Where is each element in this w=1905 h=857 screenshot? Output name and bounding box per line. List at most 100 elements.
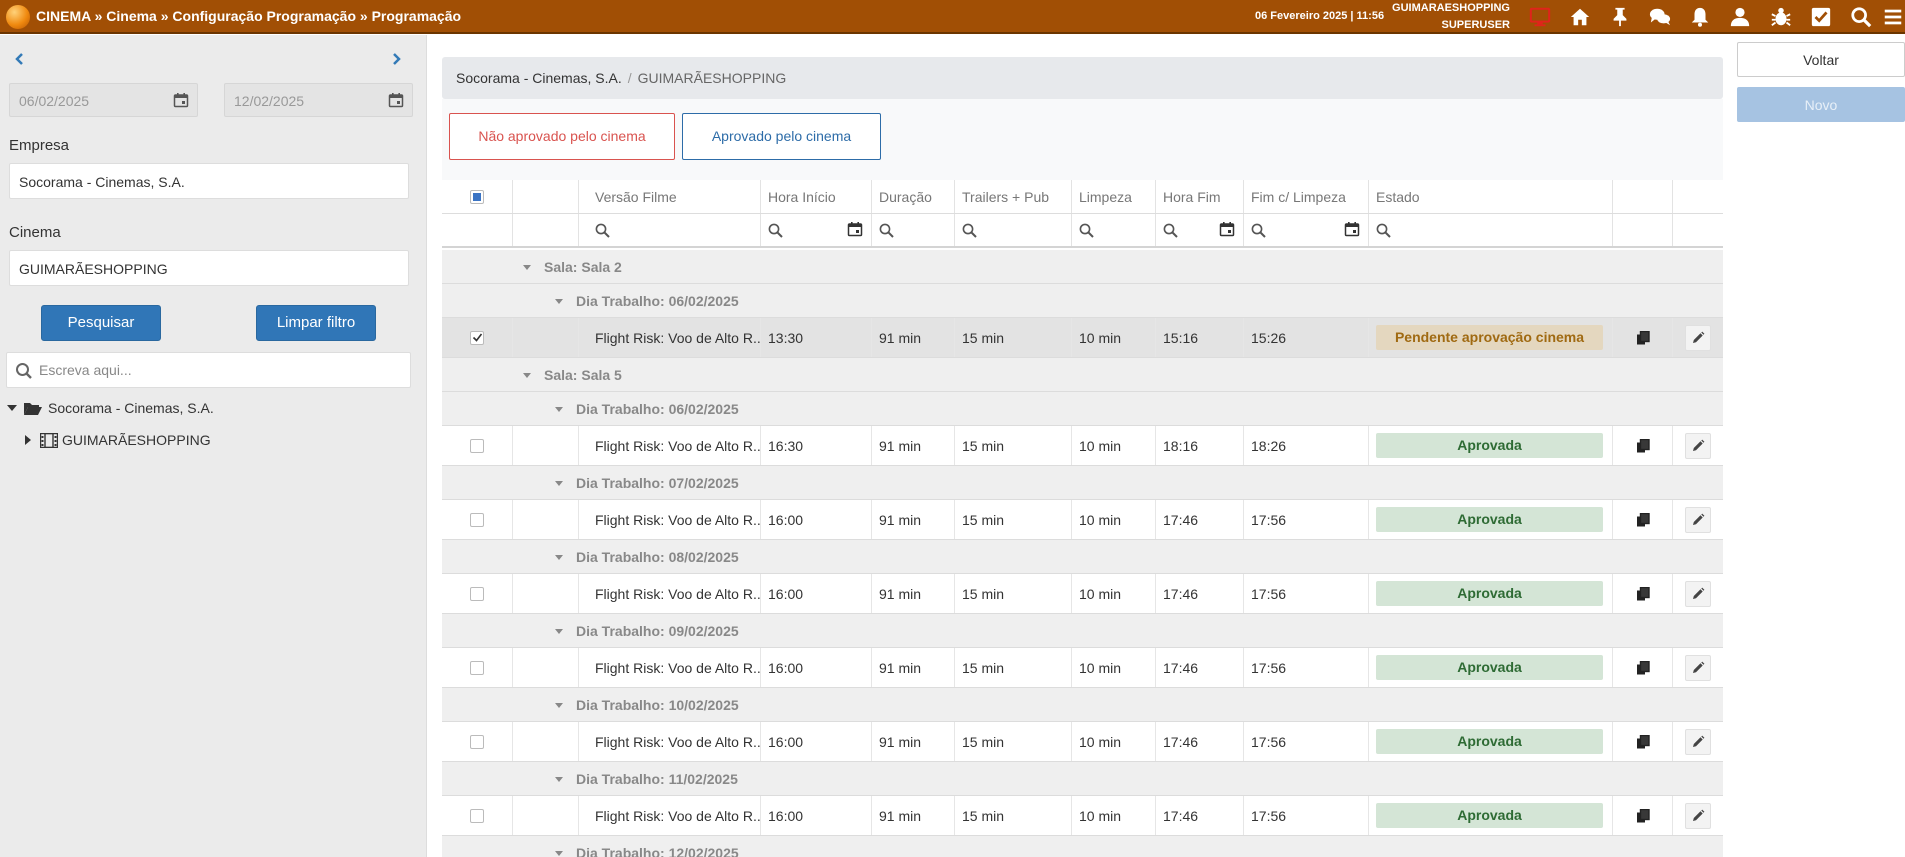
bug-icon[interactable]: [1768, 4, 1794, 30]
app-logo[interactable]: [6, 5, 30, 29]
tree-search-input[interactable]: [39, 360, 399, 380]
clear-filter-button[interactable]: Limpar filtro: [256, 305, 376, 341]
table-row[interactable]: Flight Risk: Voo de Alto R... 13:30 91 min…: [442, 318, 1723, 358]
edit-button[interactable]: [1685, 802, 1711, 829]
caret-down-icon[interactable]: [554, 552, 564, 562]
row-checkbox[interactable]: [470, 330, 484, 345]
checkbox-icon[interactable]: [1808, 4, 1834, 30]
sala-group-row[interactable]: Sala: Sala 5: [442, 358, 1723, 392]
copy-button[interactable]: [1630, 729, 1656, 755]
date-to-input[interactable]: 12/02/2025: [224, 83, 413, 117]
back-button[interactable]: Voltar: [1737, 42, 1905, 77]
monitor-icon[interactable]: [1527, 4, 1553, 30]
table-row[interactable]: Flight Risk: Voo de Alto R... 16:30 91 min…: [442, 426, 1723, 466]
column-header-end[interactable]: Hora Fim: [1156, 180, 1244, 213]
edit-button[interactable]: [1685, 728, 1711, 755]
row-checkbox[interactable]: [470, 512, 484, 527]
table-row[interactable]: Flight Risk: Voo de Alto R... 16:00 91 min…: [442, 796, 1723, 836]
select-all-checkbox[interactable]: [470, 189, 484, 204]
copy-button[interactable]: [1630, 581, 1656, 607]
calendar-icon[interactable]: [1344, 221, 1360, 237]
calendar-icon[interactable]: [1219, 221, 1235, 237]
row-checkbox[interactable]: [470, 660, 484, 675]
filter-end[interactable]: [1156, 214, 1244, 246]
workday-group-row[interactable]: Dia Trabalho: 08/02/2025: [442, 540, 1723, 574]
tree-search-field[interactable]: [6, 352, 411, 388]
row-checkbox[interactable]: [470, 586, 484, 601]
tree-node-cinema[interactable]: GUIMARÃESHOPPING: [22, 432, 211, 448]
filter-cleaning[interactable]: [1072, 214, 1156, 246]
edit-button[interactable]: [1685, 580, 1711, 607]
caret-down-icon[interactable]: [554, 478, 564, 488]
pin-icon[interactable]: [1607, 4, 1633, 30]
date-from-input[interactable]: 06/02/2025: [9, 83, 198, 117]
cinema-select[interactable]: GUIMARÃESHOPPING: [9, 250, 409, 286]
caret-down-icon[interactable]: [554, 626, 564, 636]
table-row[interactable]: Flight Risk: Voo de Alto R... 16:00 91 min…: [442, 648, 1723, 688]
filter-end-clean[interactable]: [1244, 214, 1369, 246]
table-row[interactable]: Flight Risk: Voo de Alto R... 16:00 91 min…: [442, 500, 1723, 540]
user-info[interactable]: GUIMARAESHOPPING SUPERUSER: [1386, 0, 1510, 34]
column-header-duration[interactable]: Duração: [872, 180, 955, 213]
search-icon[interactable]: [1848, 4, 1874, 30]
caret-down-icon[interactable]: [554, 700, 564, 710]
copy-button[interactable]: [1630, 655, 1656, 681]
table-row[interactable]: Flight Risk: Voo de Alto R... 16:00 91 min…: [442, 722, 1723, 762]
copy-button[interactable]: [1630, 803, 1656, 829]
filter-film[interactable]: [579, 214, 761, 246]
column-header-state[interactable]: Estado: [1369, 180, 1613, 213]
workday-group-row[interactable]: Dia Trabalho: 06/02/2025: [442, 284, 1723, 318]
copy-button[interactable]: [1630, 325, 1656, 351]
sala-group-row[interactable]: Sala: Sala 2: [442, 250, 1723, 284]
caret-down-icon[interactable]: [554, 774, 564, 784]
empresa-select[interactable]: Socorama - Cinemas, S.A.: [9, 163, 409, 199]
workday-group-row[interactable]: Dia Trabalho: 06/02/2025: [442, 392, 1723, 426]
filter-start[interactable]: [761, 214, 872, 246]
workday-group-row[interactable]: Dia Trabalho: 09/02/2025: [442, 614, 1723, 648]
not-approved-filter-button[interactable]: Não aprovado pelo cinema: [449, 113, 675, 160]
workday-group-row[interactable]: Dia Trabalho: 07/02/2025: [442, 466, 1723, 500]
caret-down-icon[interactable]: [522, 262, 532, 272]
column-header-start[interactable]: Hora Início: [761, 180, 872, 213]
column-header-end-clean[interactable]: Fim c/ Limpeza: [1244, 180, 1369, 213]
caret-down-icon[interactable]: [554, 848, 564, 857]
breadcrumb-company[interactable]: Socorama - Cinemas, S.A.: [456, 70, 622, 86]
filter-duration[interactable]: [872, 214, 955, 246]
previous-week-button[interactable]: [11, 50, 29, 68]
edit-button[interactable]: [1685, 432, 1711, 459]
new-button[interactable]: Novo: [1737, 87, 1905, 122]
menu-icon[interactable]: [1880, 4, 1905, 30]
tree-node-company[interactable]: Socorama - Cinemas, S.A.: [6, 400, 214, 416]
edit-button[interactable]: [1685, 506, 1711, 533]
workday-group-row[interactable]: Dia Trabalho: 11/02/2025: [442, 762, 1723, 796]
column-header-cleaning[interactable]: Limpeza: [1072, 180, 1156, 213]
table-row[interactable]: Flight Risk: Voo de Alto R... 16:00 91 min…: [442, 574, 1723, 614]
copy-button[interactable]: [1630, 507, 1656, 533]
workday-group-row[interactable]: Dia Trabalho: 10/02/2025: [442, 688, 1723, 722]
caret-down-icon[interactable]: [554, 296, 564, 306]
row-checkbox[interactable]: [470, 808, 484, 823]
next-week-button[interactable]: [387, 50, 405, 68]
column-header-trailers[interactable]: Trailers + Pub: [955, 180, 1072, 213]
calendar-icon[interactable]: [847, 221, 863, 237]
copy-button[interactable]: [1630, 433, 1656, 459]
caret-right-icon[interactable]: [22, 434, 34, 446]
edit-button[interactable]: [1685, 654, 1711, 681]
workday-group-row[interactable]: Dia Trabalho: 12/02/2025: [442, 836, 1723, 857]
bell-icon[interactable]: [1687, 4, 1713, 30]
home-icon[interactable]: [1567, 4, 1593, 30]
calendar-icon[interactable]: [173, 92, 189, 108]
caret-down-icon[interactable]: [554, 404, 564, 414]
edit-button[interactable]: [1685, 324, 1711, 351]
row-checkbox[interactable]: [470, 734, 484, 749]
calendar-icon[interactable]: [388, 92, 404, 108]
chat-icon[interactable]: [1647, 4, 1673, 30]
caret-down-icon[interactable]: [522, 370, 532, 380]
filter-trailers[interactable]: [955, 214, 1072, 246]
column-header-film[interactable]: Versão Filme: [579, 180, 761, 213]
row-checkbox[interactable]: [470, 438, 484, 453]
user-icon[interactable]: [1727, 4, 1753, 30]
search-button[interactable]: Pesquisar: [41, 305, 161, 341]
caret-down-icon[interactable]: [6, 402, 18, 414]
filter-state[interactable]: [1369, 214, 1613, 246]
